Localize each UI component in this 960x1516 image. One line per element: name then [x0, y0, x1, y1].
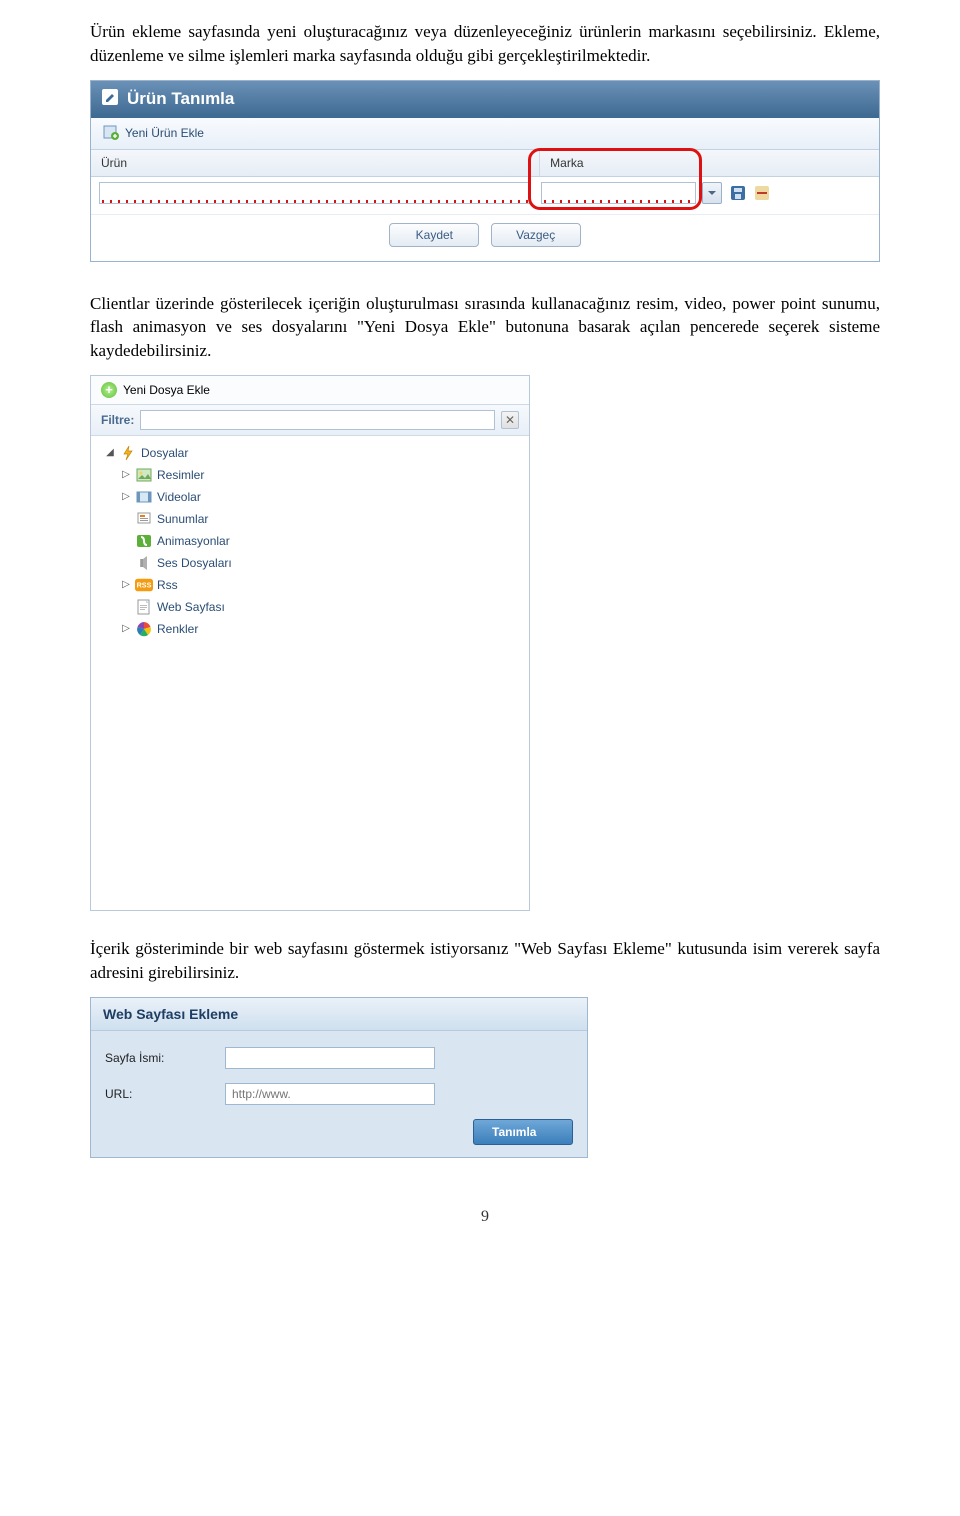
- filter-input[interactable]: [140, 410, 495, 430]
- product-name-input[interactable]: [99, 182, 531, 204]
- tree-item-rss[interactable]: ▷ RSS Rss: [101, 574, 525, 596]
- colors-icon: [135, 621, 153, 637]
- tree-item-label: Animasyonlar: [157, 534, 230, 548]
- panel-toolbar: Yeni Ürün Ekle: [91, 118, 879, 150]
- tree-item-animations[interactable]: Animasyonlar: [101, 530, 525, 552]
- tree-item-label: Renkler: [157, 622, 198, 636]
- page-name-input[interactable]: [225, 1047, 435, 1069]
- lightning-icon: [119, 445, 137, 461]
- tree-item-label: Videolar: [157, 490, 201, 504]
- sound-icon: [135, 555, 153, 571]
- add-item-icon: [103, 124, 119, 143]
- tree-item-sounds[interactable]: Ses Dosyaları: [101, 552, 525, 574]
- svg-text:RSS: RSS: [137, 581, 152, 590]
- tree-item-label: Rss: [157, 578, 178, 592]
- tree-item-label: Ses Dosyaları: [157, 556, 232, 570]
- define-button[interactable]: Tanımla: [473, 1119, 573, 1145]
- file-tree: ◢ Dosyalar ▷ Resimler ▷ Videolar Sunumla…: [91, 436, 529, 910]
- panel-action-buttons: Kaydet Vazgeç: [91, 215, 879, 261]
- column-header-brand: Marka: [540, 150, 879, 176]
- cancel-button[interactable]: Vazgeç: [491, 223, 581, 247]
- webpage-add-panel: Web Sayfası Ekleme Sayfa İsmi: URL: Tanı…: [90, 997, 588, 1158]
- filter-label: Filtre:: [101, 413, 134, 427]
- page-number: 9: [90, 1208, 880, 1226]
- filter-clear-button[interactable]: ✕: [501, 411, 519, 429]
- doc-paragraph-3: İçerik gösteriminde bir web sayfasını gö…: [90, 937, 880, 985]
- column-headers: Ürün Marka: [91, 150, 879, 177]
- webpage-icon: [135, 599, 153, 615]
- save-row-icon[interactable]: [730, 185, 746, 201]
- product-define-panel: Ürün Tanımla Yeni Ürün Ekle Ürün Marka K…: [90, 80, 880, 262]
- webpage-panel-body: Sayfa İsmi: URL: Tanımla: [91, 1031, 587, 1157]
- panel-header: Ürün Tanımla: [91, 81, 879, 118]
- tree-item-images[interactable]: ▷ Resimler: [101, 464, 525, 486]
- doc-paragraph-2: Clientlar üzerinde gösterilecek içeriğin…: [90, 292, 880, 363]
- rss-icon: RSS: [135, 577, 153, 593]
- collapse-icon[interactable]: ◢: [103, 447, 117, 458]
- tree-root-label: Dosyalar: [141, 446, 188, 460]
- page-name-row: Sayfa İsmi:: [105, 1047, 573, 1069]
- file-add-panel: + Yeni Dosya Ekle Filtre: ✕ ◢ Dosyalar ▷…: [90, 375, 530, 911]
- doc-paragraph-1: Ürün ekleme sayfasında yeni oluşturacağı…: [90, 20, 880, 68]
- expand-icon[interactable]: ▷: [119, 469, 133, 480]
- filter-row: Filtre: ✕: [91, 405, 529, 436]
- edit-icon: [101, 88, 119, 111]
- brand-select-input[interactable]: [541, 182, 695, 204]
- expand-icon[interactable]: ▷: [119, 491, 133, 502]
- expand-icon[interactable]: ▷: [119, 623, 133, 634]
- video-icon: [135, 489, 153, 505]
- column-header-product: Ürün: [91, 150, 540, 176]
- tree-item-presentations[interactable]: Sunumlar: [101, 508, 525, 530]
- page-url-input[interactable]: [225, 1083, 435, 1105]
- add-product-link[interactable]: Yeni Ürün Ekle: [125, 126, 204, 140]
- tree-item-label: Sunumlar: [157, 512, 208, 526]
- tree-item-videos[interactable]: ▷ Videolar: [101, 486, 525, 508]
- tree-item-colors[interactable]: ▷ Renkler: [101, 618, 525, 640]
- page-url-label: URL:: [105, 1087, 225, 1101]
- animation-icon: [135, 533, 153, 549]
- file-add-toolbar: + Yeni Dosya Ekle: [91, 376, 529, 405]
- product-edit-row: [91, 177, 879, 215]
- page-url-row: URL:: [105, 1083, 573, 1105]
- brand-dropdown-button[interactable]: [702, 182, 722, 204]
- expand-icon[interactable]: ▷: [119, 579, 133, 590]
- tree-item-label: Resimler: [157, 468, 204, 482]
- image-icon: [135, 467, 153, 483]
- tree-root[interactable]: ◢ Dosyalar: [101, 442, 525, 464]
- plus-icon: +: [101, 382, 117, 398]
- page-name-label: Sayfa İsmi:: [105, 1051, 225, 1065]
- presentation-icon: [135, 511, 153, 527]
- panel-title: Ürün Tanımla: [127, 89, 234, 109]
- add-file-button[interactable]: Yeni Dosya Ekle: [123, 383, 210, 397]
- tree-item-label: Web Sayfası: [157, 600, 225, 614]
- tree-item-webpage[interactable]: Web Sayfası: [101, 596, 525, 618]
- delete-row-icon[interactable]: [754, 185, 770, 201]
- webpage-panel-title: Web Sayfası Ekleme: [91, 998, 587, 1031]
- save-button[interactable]: Kaydet: [389, 223, 479, 247]
